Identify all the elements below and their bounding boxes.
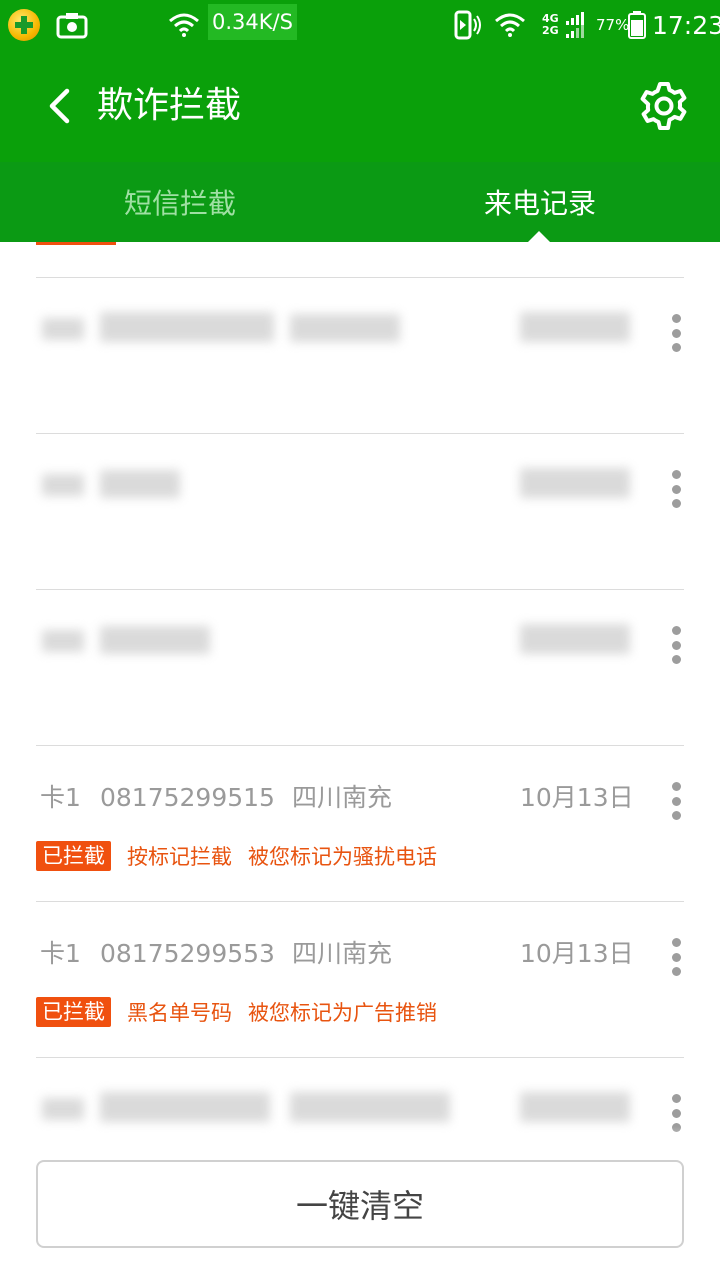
settings-button[interactable] — [632, 74, 696, 138]
battery-percent: 77% — [596, 16, 630, 34]
more-options-button[interactable] — [660, 464, 692, 514]
net-speed: 0.34K/S — [208, 4, 297, 40]
caller-location: 四川南充 — [292, 783, 393, 812]
block-detail: 被您标记为骚扰电话 — [248, 845, 437, 869]
masked-content — [520, 468, 630, 498]
masked-content — [42, 1098, 84, 1120]
battery-icon — [628, 0, 646, 50]
clear-all-button[interactable]: 一键清空 — [36, 1160, 684, 1248]
more-options-button[interactable] — [660, 932, 692, 982]
masked-content — [100, 626, 210, 654]
wifi-signal-icon — [494, 0, 526, 50]
chevron-left-icon — [49, 88, 70, 124]
call-date: 10月13日 — [520, 783, 634, 812]
signal-bars-icon — [566, 0, 588, 50]
block-reason: 按标记拦截 — [127, 845, 232, 869]
clock: 17:23 — [652, 10, 720, 40]
page-title: 欺诈拦截 — [97, 85, 242, 126]
gear-icon — [640, 82, 687, 130]
active-tab-indicator — [528, 231, 550, 242]
network-type-bottom: 2G — [542, 24, 559, 37]
back-button[interactable] — [30, 74, 90, 138]
block-detail: 被您标记为广告推销 — [248, 1001, 437, 1025]
masked-content — [290, 1092, 450, 1122]
screenshot-icon — [56, 0, 88, 50]
block-reason: 黑名单号码 — [127, 1001, 232, 1025]
masked-content — [42, 630, 84, 652]
blocked-badge: 已拦截 — [36, 997, 111, 1027]
table-row[interactable]: 卡1 08175299553 四川南充 10月13日 已拦截 黑名单号码 被您标… — [36, 901, 684, 1057]
masked-content — [520, 312, 630, 342]
masked-content — [520, 1092, 630, 1122]
tab-bar: 短信拦截 来电记录 — [0, 162, 720, 242]
table-row[interactable] — [36, 277, 684, 433]
phone-number: 08175299553 — [100, 939, 275, 968]
table-row[interactable] — [36, 433, 684, 589]
phone-number: 08175299515 — [100, 783, 275, 812]
clipped-badge — [36, 242, 116, 245]
call-record-list[interactable]: 卡1 08175299515 四川南充 10月13日 已拦截 按标记拦截 被您标… — [0, 242, 720, 1142]
sim-label: 卡1 — [40, 783, 81, 812]
masked-content — [100, 1092, 270, 1122]
call-date: 10月13日 — [520, 939, 634, 968]
masked-content — [520, 624, 630, 654]
tab-call-records[interactable]: 来电记录 — [360, 162, 720, 242]
tab-sms-intercept[interactable]: 短信拦截 — [0, 162, 360, 242]
masked-content — [100, 312, 274, 342]
title-bar: 欺诈拦截 — [0, 50, 720, 162]
table-row[interactable]: 卡1 08175299515 四川南充 10月13日 已拦截 按标记拦截 被您标… — [36, 745, 684, 901]
wifi-icon — [168, 0, 200, 50]
status-bar: 0.34K/S 4G 2G 77% 17:23 — [0, 0, 720, 50]
list-fade — [0, 1126, 720, 1160]
more-options-button[interactable] — [660, 308, 692, 358]
table-row[interactable] — [36, 589, 684, 745]
sim-label: 卡1 — [40, 939, 81, 968]
call-speaker-icon — [454, 0, 482, 50]
security-app-icon — [8, 0, 40, 50]
blocked-badge: 已拦截 — [36, 841, 111, 871]
caller-location: 四川南充 — [292, 939, 393, 968]
masked-content — [42, 474, 84, 496]
network-type: 4G 2G — [542, 0, 559, 50]
masked-content — [100, 470, 180, 498]
masked-content — [290, 314, 400, 342]
masked-content — [42, 318, 84, 340]
more-options-button[interactable] — [660, 620, 692, 670]
more-options-button[interactable] — [660, 776, 692, 826]
